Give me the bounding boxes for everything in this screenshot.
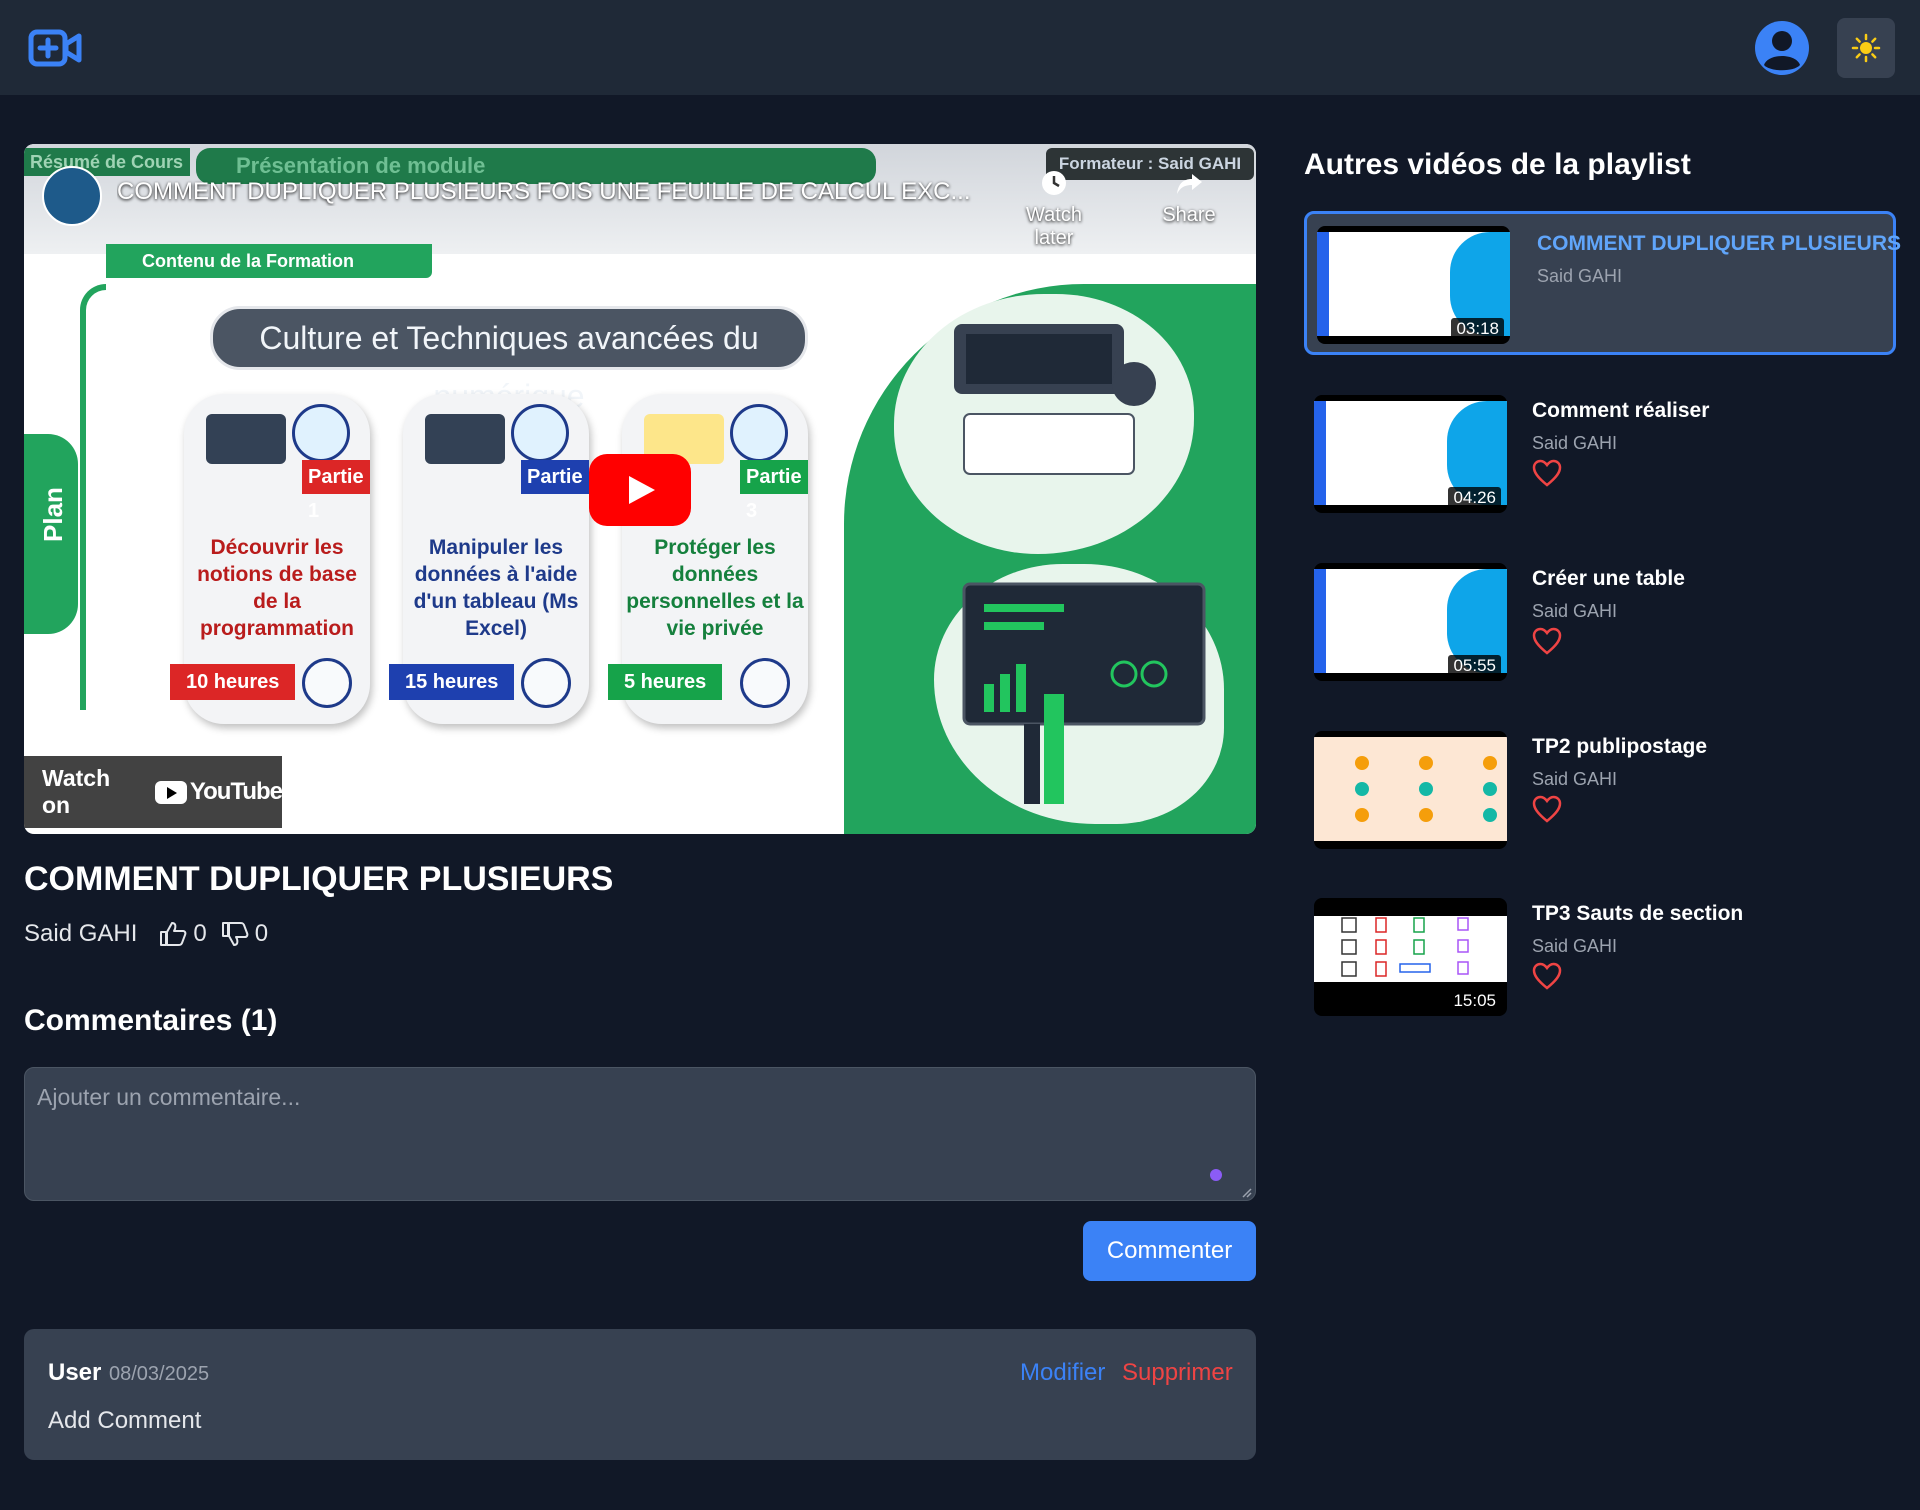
dashboard-illustration (934, 564, 1224, 824)
pencil-badge-icon (511, 404, 569, 462)
dislike-button[interactable]: 0 (221, 920, 268, 948)
grammar-extension-icon[interactable] (1210, 1169, 1222, 1181)
slide-frame (80, 284, 106, 710)
youtube-play-button[interactable] (589, 454, 691, 526)
playlist-thumbnail[interactable]: 04:26 (1314, 395, 1507, 513)
course-card-1: Partie 1 Découvrir les notions de base d… (170, 394, 370, 724)
playlist-item-author: Said GAHI (1532, 769, 1618, 789)
thumbs-down-icon (221, 922, 249, 946)
sun-icon (1851, 33, 1881, 63)
playlist-item[interactable]: 15:05 TP3 Sauts de section Said GAHI (1304, 898, 1896, 1024)
pencil-badge-icon (292, 404, 350, 462)
course-card-2: Partie Manipuler les données à l'aide d'… (389, 394, 589, 724)
slide-headline: Culture et Techniques avancées du numéri… (210, 306, 808, 414)
contenu-formation-label: Contenu de la Formation (106, 244, 432, 278)
video-player[interactable]: Résumé de Cours Présentation de module F… (24, 144, 1256, 834)
like-count: 0 (193, 920, 207, 947)
card-part-label: Partie 3 (740, 460, 808, 522)
theme-toggle-button[interactable] (1837, 18, 1895, 78)
playlist-item[interactable]: 05:55 Créer une table Said GAHI (1304, 563, 1896, 689)
card-text: Manipuler les données à l'aide d'un tabl… (413, 536, 579, 640)
video-meta: Said GAHI 0 0 (24, 920, 268, 948)
playlist-item-title[interactable]: Comment réaliser (1532, 399, 1709, 423)
playlist-item-title[interactable]: COMMENT DUPLIQUER PLUSIEURS (1537, 232, 1901, 256)
heart-icon[interactable] (1532, 962, 1562, 990)
resize-handle-icon[interactable] (1240, 1186, 1252, 1198)
watch-on-label: Watch on (42, 765, 111, 818)
comments-heading: Commentaires (1) (24, 1004, 278, 1037)
video-author: Said GAHI (24, 920, 138, 947)
card-text: Découvrir les notions de base de la prog… (197, 536, 357, 640)
comment-text: Add Comment (48, 1407, 202, 1434)
clock-icon (1042, 171, 1066, 195)
pencil-badge-icon (730, 404, 788, 462)
video-duration: 04:26 (1448, 487, 1501, 509)
share-icon (1177, 174, 1202, 194)
share-label: Share (1162, 204, 1216, 226)
chart-screen-icon (425, 414, 505, 464)
comment-item: User 08/03/2025 Modifier Supprimer Add C… (24, 1329, 1256, 1460)
youtube-video-title[interactable]: COMMENT DUPLIQUER PLUSIEURS FOIS UNE FEU… (117, 178, 997, 206)
card-hours: 15 heures (389, 664, 515, 700)
video-plus-icon[interactable] (28, 28, 82, 68)
card-part-label: Partie 1 (302, 460, 370, 522)
heart-icon[interactable] (1532, 795, 1562, 823)
keyboard-illustration (894, 294, 1194, 554)
playlist-item[interactable]: TP2 publipostage Said GAHI (1304, 731, 1896, 857)
thumbs-up-icon (160, 922, 187, 946)
video-duration: 15:05 (1448, 990, 1501, 1012)
heart-icon[interactable] (1532, 627, 1562, 655)
video-title: COMMENT DUPLIQUER PLUSIEURS (24, 860, 614, 898)
dislike-count: 0 (254, 920, 269, 947)
playlist-item-author: Said GAHI (1532, 936, 1618, 956)
comment-input[interactable] (24, 1067, 1256, 1201)
video-duration: 05:55 (1448, 655, 1501, 677)
playlist-thumbnail[interactable]: 03:18 (1317, 226, 1510, 344)
course-card-3: Partie 3 Protéger les données personnell… (608, 394, 808, 724)
playlist-item[interactable]: 04:26 Comment réaliser Said GAHI (1304, 395, 1896, 521)
plan-label: Plan (38, 487, 68, 542)
edit-comment-link[interactable]: Modifier (1020, 1359, 1105, 1387)
watch-later-button[interactable]: Watch later (1014, 168, 1094, 250)
card-hours: 10 heures (170, 664, 296, 700)
card-text: Protéger les données personnelles et la … (626, 536, 804, 640)
comment-date: 08/03/2025 (109, 1363, 210, 1385)
plan-tab: Plan (24, 434, 78, 634)
video-duration: 03:18 (1451, 318, 1504, 340)
playlist-item-title[interactable]: Créer une table (1532, 567, 1685, 591)
card-part-label: Partie (521, 460, 589, 494)
playlist-thumbnail[interactable]: 05:55 (1314, 563, 1507, 681)
computer-icon (206, 414, 286, 464)
card-hours: 5 heures (608, 664, 723, 700)
playlist-thumbnail[interactable]: 15:05 (1314, 898, 1507, 1016)
clock-icon (740, 658, 790, 708)
ribbon-resume: Résumé de Cours (24, 148, 190, 176)
delete-comment-link[interactable]: Supprimer (1122, 1359, 1233, 1387)
playlist-item-author: Said GAHI (1532, 601, 1618, 621)
share-button[interactable]: Share (1154, 168, 1224, 227)
user-circle-icon[interactable] (1754, 20, 1810, 76)
channel-avatar[interactable] (42, 166, 102, 226)
playlist-thumbnail[interactable] (1314, 731, 1507, 849)
top-navbar (0, 0, 1920, 96)
playlist-heading: Autres vidéos de la playlist (1304, 148, 1691, 181)
like-button[interactable]: 0 (159, 920, 207, 948)
playlist-item-active[interactable]: 03:18 COMMENT DUPLIQUER PLUSIEURS Said G… (1304, 211, 1901, 355)
youtube-logo-text: YouTube (189, 778, 283, 805)
watch-on-youtube-button[interactable]: Watch on YouTube (24, 756, 283, 828)
submit-comment-button[interactable]: Commenter (1083, 1221, 1256, 1281)
clock-icon (521, 658, 571, 708)
playlist-item-title[interactable]: TP2 publipostage (1532, 735, 1707, 759)
watch-later-label: Watch later (1026, 204, 1082, 249)
heart-icon[interactable] (1532, 459, 1562, 487)
clock-icon (302, 658, 352, 708)
playlist-item-title[interactable]: TP3 Sauts de section (1532, 902, 1743, 926)
playlist-item-author: Said GAHI (1532, 433, 1618, 453)
comment-user: User (48, 1359, 102, 1386)
youtube-logo-icon: YouTube (154, 778, 283, 806)
playlist-item-author: Said GAHI (1537, 266, 1623, 286)
